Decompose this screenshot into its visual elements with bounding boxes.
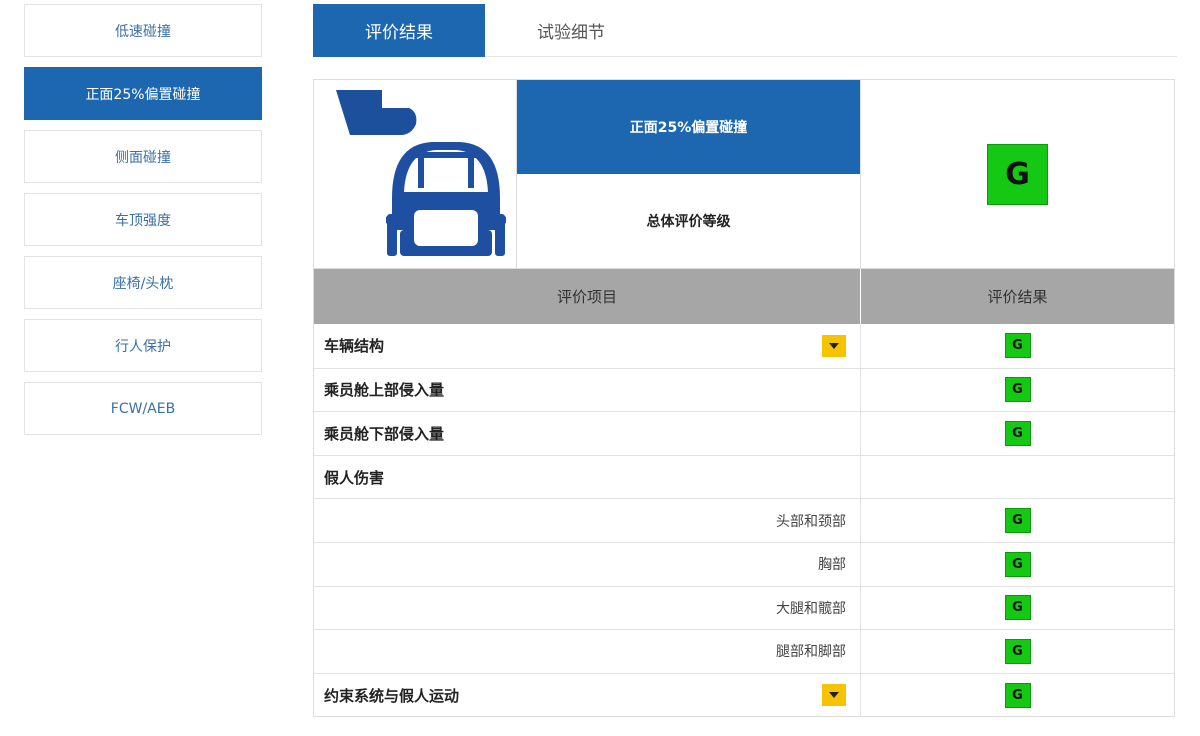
sidebar: 低速碰撞 正面25%偏置碰撞 侧面碰撞 车顶强度 座椅/头枕 行人保护 FCW/… [24,4,262,445]
table-row: 假人伤害 [314,454,1174,499]
overall-rating-badge: G [987,143,1048,205]
results-panel: 正面25%偏置碰撞 总体评价等级 G 评价项目 评价结果 车辆结构 G 乘员舱上… [313,79,1175,718]
table-row: 腿部和脚部 G [314,629,1174,673]
rating-badge: G [1004,333,1031,359]
table-row: 乘员舱上部侵入量 G [314,367,1174,412]
overall-rating-label: 总体评价等级 [646,214,731,230]
overall-rating-cell: G [861,80,1174,268]
row-label: 约束系统与假人运动 [324,686,460,705]
sub-row-label: 头部和颈部 [314,499,861,542]
row-label: 车辆结构 [324,337,385,356]
sidebar-item-pedestrian[interactable]: 行人保护 [24,319,262,372]
sidebar-item-side-impact[interactable]: 侧面碰撞 [24,130,262,183]
row-label: 乘员舱下部侵入量 [324,424,445,443]
table-row: 约束系统与假人运动 G [314,672,1174,717]
sub-row-label: 大腿和髋部 [314,586,861,630]
chevron-down-icon [829,342,839,349]
tab-test-details[interactable]: 试验细节 [485,4,657,57]
sidebar-item-roof-strength[interactable]: 车顶强度 [24,193,262,246]
test-info: 正面25%偏置碰撞 总体评价等级 [517,80,861,268]
empty-rating-cell [861,456,1174,499]
sidebar-item-small-overlap[interactable]: 正面25%偏置碰撞 [24,67,262,120]
sidebar-item-low-speed[interactable]: 低速碰撞 [24,4,262,57]
tab-bar: 评价结果 试验细节 [313,4,1177,57]
sidebar-item-seat-headrest[interactable]: 座椅/头枕 [24,256,262,309]
tab-results[interactable]: 评价结果 [313,4,485,57]
column-header-item: 评价项目 [314,269,861,324]
rating-badge: G [1004,508,1031,534]
expand-button[interactable] [822,684,846,707]
results-table-body: 车辆结构 G 乘员舱上部侵入量 G 乘员舱下部侵入量 G 假人伤害 头部和颈部 … [314,324,1174,717]
table-header: 评价项目 评价结果 [314,269,1174,324]
table-row: 胸部 G [314,541,1174,586]
offset-crash-barrier-car-icon [314,80,517,268]
rating-badge: G [1004,682,1031,708]
summary-row: 正面25%偏置碰撞 总体评价等级 G [314,80,1174,269]
rating-badge: G [1004,377,1031,403]
table-row: 乘员舱下部侵入量 G [314,411,1174,455]
rating-badge: G [1004,551,1031,577]
sub-row-label: 腿部和脚部 [314,630,861,673]
table-row: 大腿和髋部 G [314,585,1174,630]
row-label: 假人伤害 [324,468,385,487]
rating-badge: G [1004,595,1031,621]
row-label: 乘员舱上部侵入量 [324,381,445,400]
sidebar-item-fcw-aeb[interactable]: FCW/AEB [24,382,262,435]
rating-badge: G [1004,420,1031,446]
table-row: 头部和颈部 G [314,498,1174,542]
rating-badge: G [1004,638,1031,664]
sub-row-label: 胸部 [314,542,861,586]
column-header-result: 评价结果 [987,288,1048,306]
expand-button[interactable] [822,334,846,357]
test-name: 正面25%偏置碰撞 [517,80,860,174]
table-row: 车辆结构 G [314,324,1174,368]
chevron-down-icon [829,692,839,699]
